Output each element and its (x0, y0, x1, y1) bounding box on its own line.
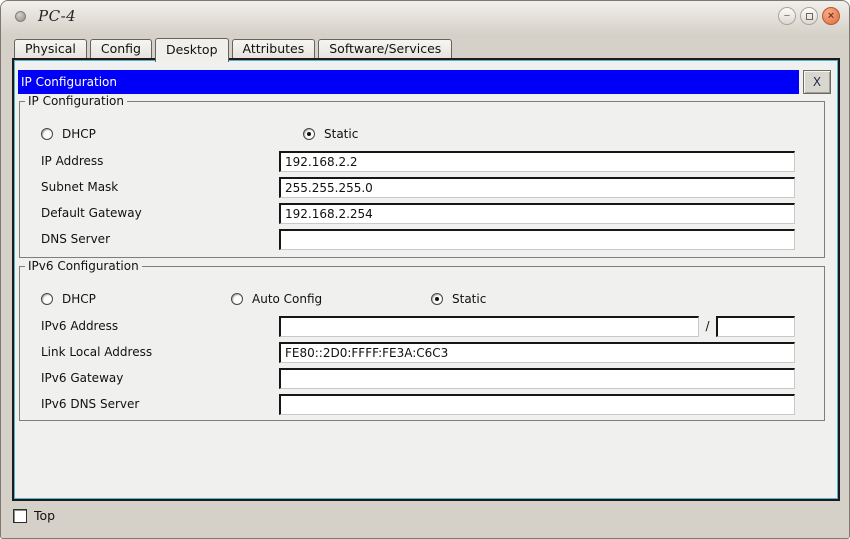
ipv6-address-prefix-input[interactable] (716, 315, 795, 337)
tab-config[interactable]: Config (89, 39, 152, 58)
desktop-panel: IP Configuration X IP Configuration DHCP… (12, 58, 840, 501)
ipv6-address-input[interactable] (279, 315, 699, 337)
window-title: PC-4 (38, 7, 77, 25)
tab-desktop[interactable]: Desktop (154, 38, 229, 62)
ipv4-default-gateway-row: Default Gateway (20, 200, 824, 226)
window-icon (15, 11, 26, 22)
radio-label: DHCP (62, 292, 96, 306)
ipv4-static-radio[interactable]: Static (303, 127, 358, 141)
ipv6-address-label: IPv6 Address (41, 319, 119, 333)
ipv6-fields: IPv6 Address / Link Local Address IPv6 Gate… (20, 313, 824, 417)
app-titlebar: IP Configuration X (18, 70, 831, 94)
ip-address-input[interactable] (279, 150, 795, 172)
radio-label: Auto Config (252, 292, 323, 306)
window-controls: − × (778, 7, 840, 25)
link-local-address-label: Link Local Address (41, 345, 153, 359)
ipv6-dns-server-label: IPv6 DNS Server (41, 397, 140, 411)
ipv4-ip-address-row: IP Address (20, 148, 824, 174)
app-close-button[interactable]: X (803, 70, 831, 94)
ipv6-static-radio[interactable]: Static (431, 292, 486, 306)
radio-label: Static (324, 127, 359, 141)
default-gateway-input[interactable] (279, 202, 795, 224)
close-icon[interactable]: × (822, 7, 840, 25)
maximize-icon[interactable] (800, 7, 818, 25)
radio-label: Static (452, 292, 487, 306)
ipv4-dhcp-radio[interactable]: DHCP (41, 127, 96, 141)
minimize-icon[interactable]: − (778, 7, 796, 25)
ip-configuration-legend: IP Configuration (28, 94, 124, 108)
subnet-mask-input[interactable] (279, 176, 795, 198)
os-titlebar: PC-4 − × (1, 1, 849, 35)
maximize-glyph (805, 12, 813, 20)
ipv6-ipv6-dns-server-row: IPv6 DNS Server (20, 391, 824, 417)
footer-bar: Top (1, 501, 849, 538)
tab-software-services[interactable]: Software/Services (318, 39, 453, 58)
ip-address-label: IP Address (41, 154, 104, 168)
ip-configuration-group: IP Configuration DHCP Static IP Address Su… (19, 94, 825, 258)
link-local-address-input[interactable] (279, 341, 795, 363)
radio-label: DHCP (62, 127, 96, 141)
ipv6-auto-config-radio[interactable]: Auto Config (231, 292, 322, 306)
ipv6-gateway-label: IPv6 Gateway (41, 371, 124, 385)
ipv6-mode-radio-row: DHCP Auto Config Static (20, 287, 824, 311)
ipv6-gateway-input[interactable] (279, 367, 795, 389)
dns-server-label: DNS Server (41, 232, 110, 246)
ipv4-subnet-mask-row: Subnet Mask (20, 174, 824, 200)
ipv6-configuration-group: IPv6 Configuration DHCP Auto Config Static… (19, 259, 825, 421)
ipv6-ipv6-address-row: IPv6 Address / (20, 313, 824, 339)
top-checkbox-label: Top (34, 508, 56, 523)
device-window: PC-4 − × Physical Config Desktop Attributes… (0, 0, 850, 539)
ipv4-dns-server-row: DNS Server (20, 226, 824, 252)
ipv6-link-local-address-row: Link Local Address (20, 339, 824, 365)
radio-icon[interactable] (41, 293, 53, 305)
tab-bar: Physical Config Desktop Attributes Software/… (14, 38, 453, 62)
top-checkbox[interactable] (13, 509, 27, 523)
ipv6-configuration-legend: IPv6 Configuration (28, 259, 139, 273)
ipv4-fields: IP Address Subnet Mask Default Gateway DNS … (20, 148, 824, 252)
subnet-mask-label: Subnet Mask (41, 180, 119, 194)
radio-icon[interactable] (303, 128, 315, 140)
radio-icon[interactable] (41, 128, 53, 140)
tab-physical[interactable]: Physical (14, 39, 87, 58)
ipv6-ipv6-gateway-row: IPv6 Gateway (20, 365, 824, 391)
prefix-separator: / (705, 319, 710, 333)
ipv6-dns-server-input[interactable] (279, 393, 795, 415)
ipv4-mode-radio-row: DHCP Static (20, 122, 824, 146)
ipv6-dhcp-radio[interactable]: DHCP (41, 292, 96, 306)
radio-icon[interactable] (231, 293, 243, 305)
radio-icon[interactable] (431, 293, 443, 305)
default-gateway-label: Default Gateway (41, 206, 142, 220)
app-title: IP Configuration (18, 70, 799, 94)
dns-server-input[interactable] (279, 228, 795, 250)
tab-attributes[interactable]: Attributes (231, 39, 316, 58)
